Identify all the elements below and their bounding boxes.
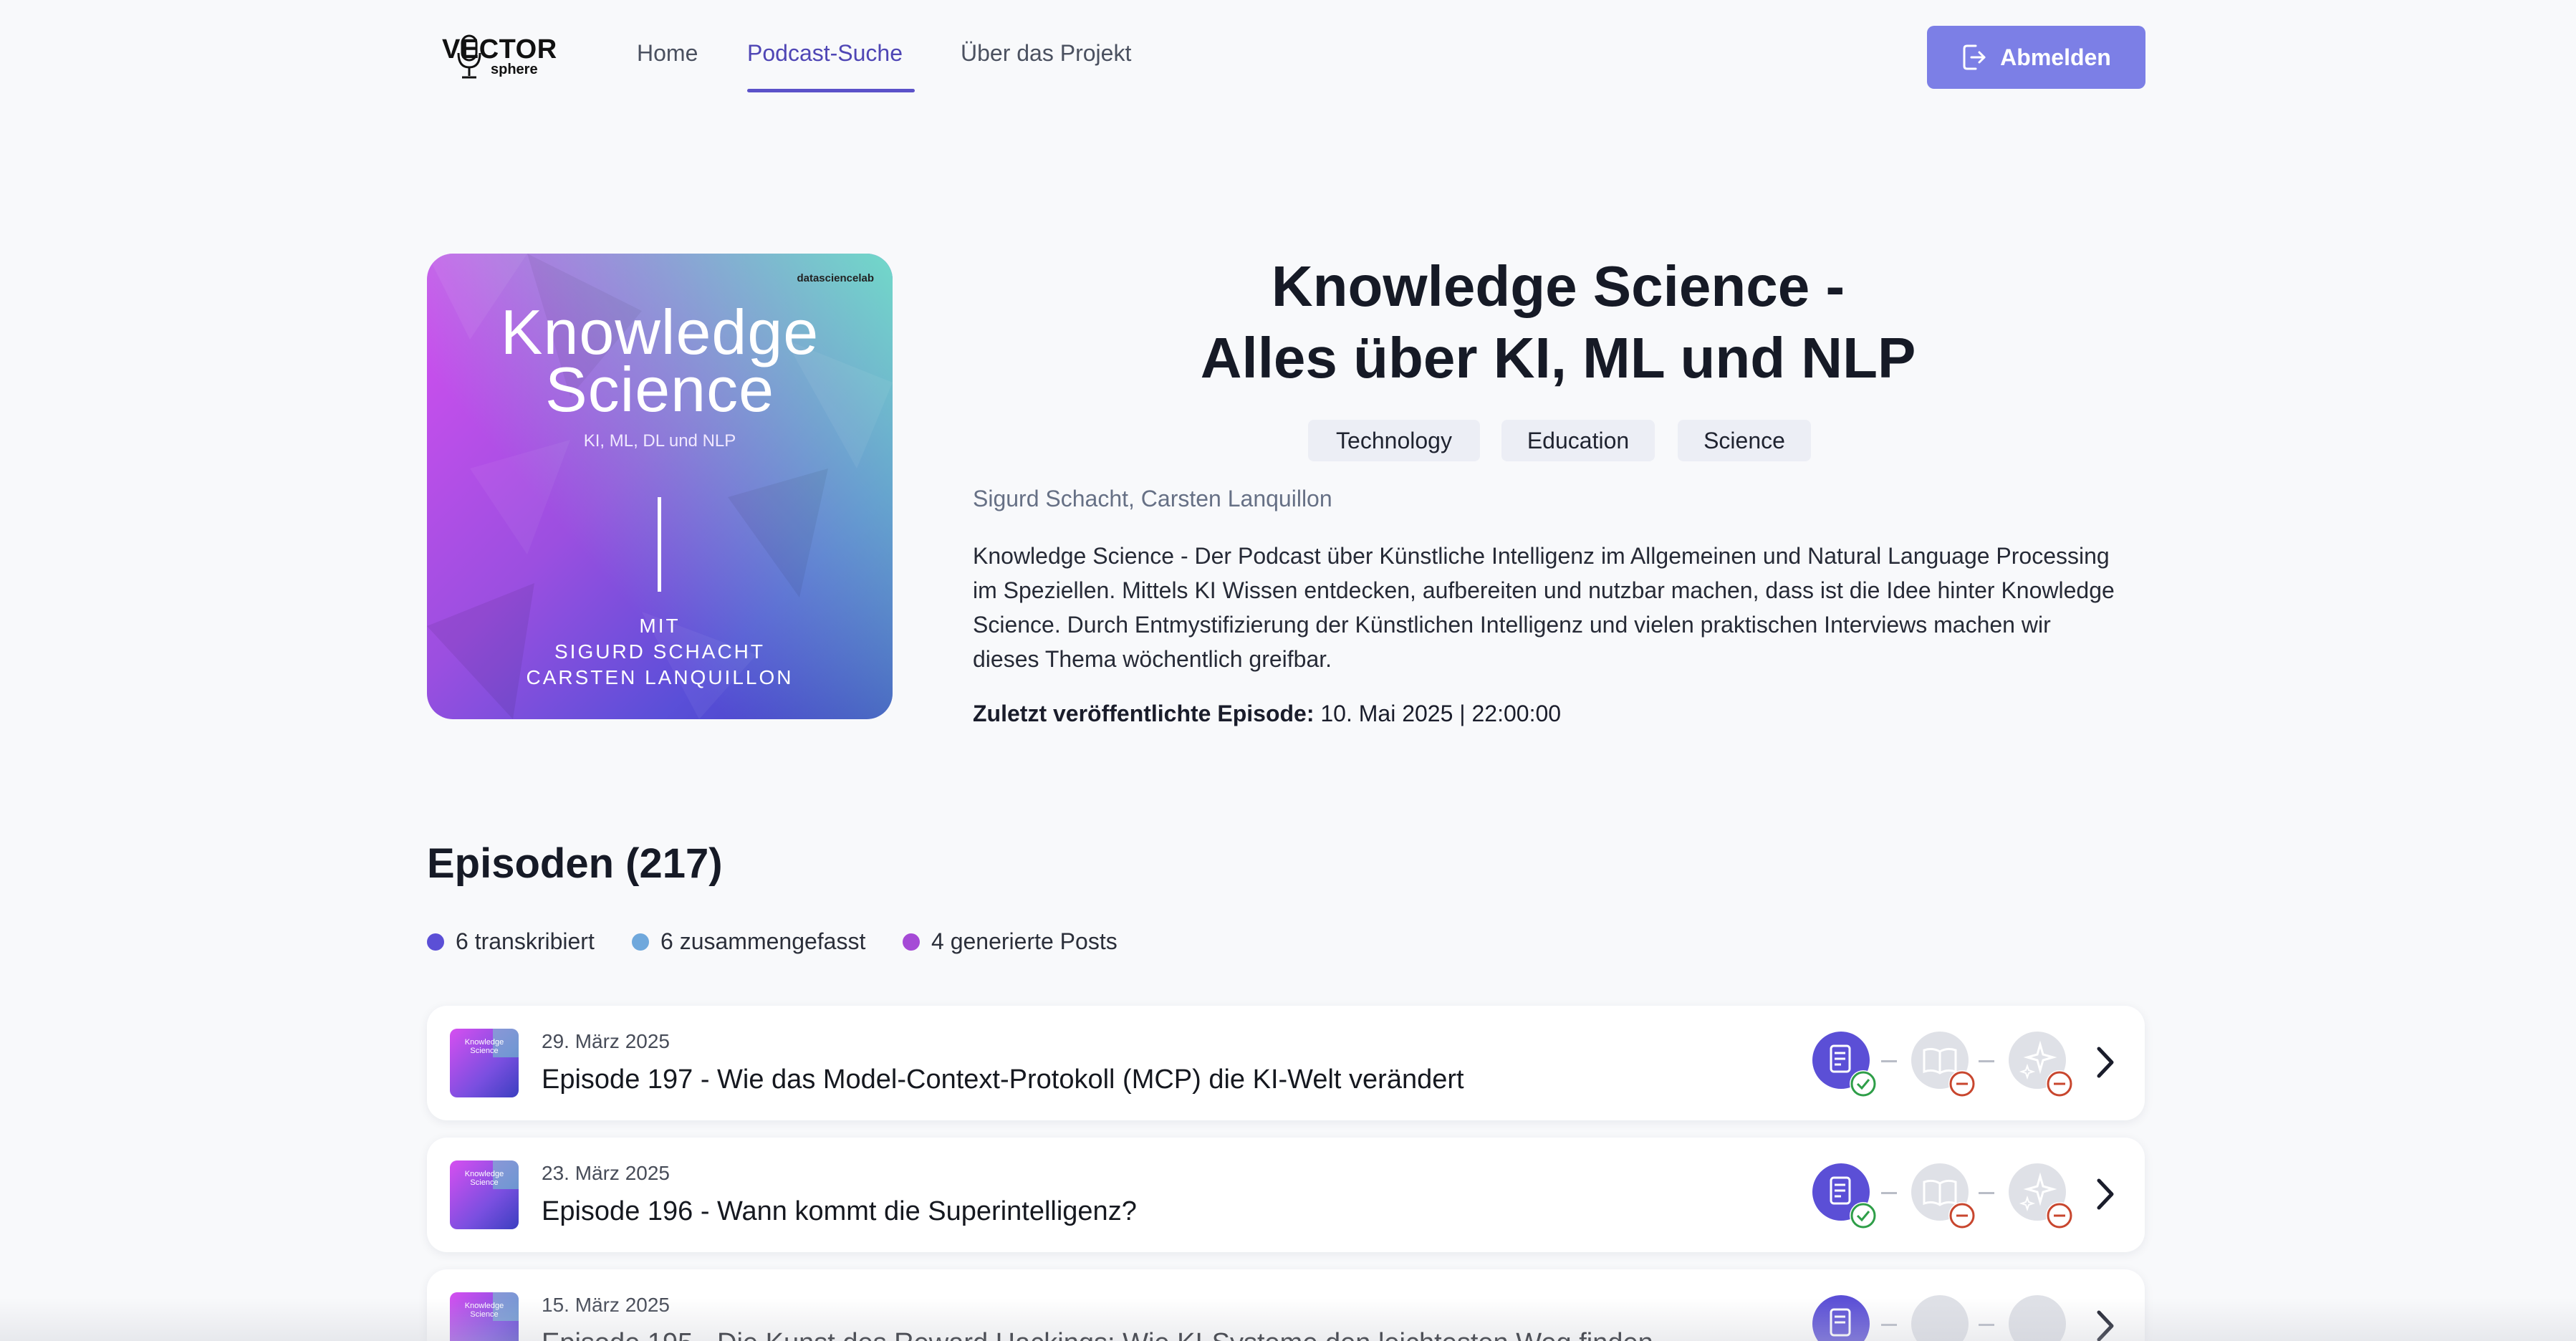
posts-status-icon[interactable] <box>2009 1163 2073 1229</box>
status-connector <box>1881 1192 1897 1194</box>
episode-title[interactable]: Episode 195 - Die Kunst des Reward Hacki… <box>542 1328 1653 1341</box>
episode-card[interactable]: KnowledgeScience 15. März 2025 Episode 1… <box>427 1269 2145 1341</box>
episode-thumbnail: Knowledge Science <box>450 1292 519 1341</box>
transcript-status-icon[interactable] <box>1812 1163 1877 1229</box>
legend-dot-summarized <box>632 933 649 951</box>
legend-summarized: 6 zusammengefasst <box>632 928 865 955</box>
cover-title-1: Knowledge <box>500 297 820 367</box>
legend-transcribed: 6 transkribiert <box>427 928 595 955</box>
chevron-right-icon[interactable] <box>2095 1309 2116 1341</box>
episodes-heading: Episoden (217) <box>427 840 723 887</box>
cover-subtitle: KI, ML, DL und NLP <box>583 431 736 451</box>
tag-education[interactable]: Education <box>1501 420 1655 461</box>
legend-posts: 4 generierte Posts <box>903 928 1118 955</box>
status-connector <box>1881 1324 1897 1326</box>
podcast-title-line-1: Knowledge Science - <box>1271 254 1845 318</box>
chevron-right-icon[interactable] <box>2095 1178 2116 1211</box>
transcript-status-icon[interactable] <box>1812 1032 1877 1097</box>
nav-podcast-search[interactable]: Podcast-Suche <box>747 40 903 67</box>
logout-label: Abmelden <box>2000 44 2111 70</box>
podcast-authors: Sigurd Schacht, Carsten Lanquillon <box>973 486 1332 511</box>
episode-title[interactable]: Episode 196 - Wann kommt die Superintell… <box>542 1196 1137 1227</box>
last-episode-value: 10. Mai 2025 | 22:00:00 <box>1320 701 1562 726</box>
podcast-title: Knowledge Science - Alles über KI, ML un… <box>1160 251 1956 394</box>
episode-card[interactable]: Knowledge Science 23. März 2025 Episode 1… <box>427 1138 2145 1252</box>
last-episode-info: Zuletzt veröffentlichte Episode: 10. Mai… <box>973 701 1561 727</box>
tag-science[interactable]: Science <box>1678 420 1811 461</box>
cover-host-1: SIGURD SCHACHT <box>554 640 765 663</box>
summary-status-icon[interactable] <box>1911 1163 1976 1229</box>
cover-host-2: CARSTEN LANQUILLON <box>526 666 794 688</box>
svg-text:Science: Science <box>470 1310 498 1319</box>
svg-text:Knowledge: Knowledge <box>465 1170 504 1178</box>
logout-button[interactable]: Abmelden <box>1927 26 2145 89</box>
logout-icon <box>1963 44 1986 70</box>
legend-label-posts: 4 generierte Posts <box>931 928 1118 954</box>
posts-status-icon[interactable] <box>2009 1032 2073 1097</box>
episode-date: 23. März 2025 <box>542 1162 670 1184</box>
svg-text:Science: Science <box>470 1047 498 1055</box>
episode-date: 29. März 2025 <box>542 1030 670 1052</box>
app-logo[interactable]: VECTOR sphere <box>442 29 557 85</box>
podcast-description: Knowledge Science - Der Podcast über Kün… <box>973 543 2115 672</box>
check-icon <box>1850 1070 1877 1097</box>
cover-divider <box>658 497 661 592</box>
episode-title[interactable]: Episode 197 - Wie das Model-Context-Prot… <box>542 1064 1464 1095</box>
podcast-title-line-2: Alles über KI, ML und NLP <box>1200 326 1916 390</box>
minus-circle-icon <box>1948 1070 1976 1097</box>
svg-text:Science: Science <box>470 1178 498 1187</box>
nav-active-indicator <box>747 89 915 92</box>
legend-label-transcribed: 6 transkribiert <box>456 928 595 954</box>
svg-text:Knowledge: Knowledge <box>465 1038 504 1047</box>
status-connector <box>1979 1324 1994 1326</box>
nav-home[interactable]: Home <box>637 40 698 67</box>
last-episode-label: Zuletzt veröffentlichte Episode: <box>973 701 1315 726</box>
minus-circle-icon <box>2046 1070 2073 1097</box>
summary-status-icon[interactable] <box>1911 1295 1969 1341</box>
tag-technology[interactable]: Technology <box>1308 420 1480 461</box>
cover-title-2: Science <box>544 354 775 425</box>
episode-date: 15. März 2025 <box>542 1294 670 1316</box>
legend-dot-transcribed <box>427 933 444 951</box>
legend-label-summarized: 6 zusammengefasst <box>660 928 866 954</box>
svg-text:Knowledge: Knowledge <box>465 1302 504 1310</box>
summary-status-icon[interactable] <box>1911 1032 1976 1097</box>
episode-thumbnail: Knowledge Science <box>450 1029 519 1097</box>
legend-dot-posts <box>903 933 920 951</box>
logo-wordmark: VECTOR <box>442 34 557 64</box>
posts-status-icon[interactable] <box>2009 1295 2066 1341</box>
podcast-cover: datasciencelab Knowledge Science KI, ML,… <box>427 254 893 719</box>
logo-subword: sphere <box>491 62 538 77</box>
cover-publisher: datasciencelab <box>797 272 874 284</box>
nav-about-project[interactable]: Über das Projekt <box>961 40 1131 67</box>
chevron-right-icon[interactable] <box>2095 1046 2116 1079</box>
status-connector <box>1881 1060 1897 1062</box>
check-icon <box>1850 1202 1877 1229</box>
cover-mit: MIT <box>639 615 681 637</box>
status-connector <box>1979 1192 1994 1194</box>
minus-circle-icon <box>2046 1202 2073 1229</box>
episode-thumbnail: Knowledge Science <box>450 1160 519 1229</box>
transcript-status-icon[interactable] <box>1812 1295 1870 1341</box>
episode-card[interactable]: Knowledge Science 29. März 2025 Episode 1… <box>427 1006 2145 1120</box>
status-connector <box>1979 1060 1994 1062</box>
minus-circle-icon <box>1948 1202 1976 1229</box>
